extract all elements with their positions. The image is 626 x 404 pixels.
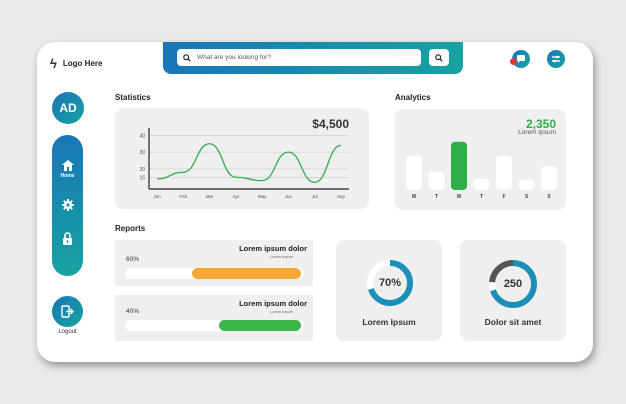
report-percent: 40%	[126, 308, 140, 315]
analytics-bar-chart: MTWTFSS	[406, 141, 557, 200]
search-button[interactable]	[429, 49, 449, 66]
report-subtitle: Lorem ipsum	[269, 254, 293, 259]
logout-icon	[61, 305, 74, 318]
logo[interactable]: ϟ Logo Here	[50, 56, 102, 71]
report-progress-fill	[219, 320, 301, 331]
home-icon	[61, 160, 74, 171]
avatar[interactable]: AD	[52, 92, 84, 124]
report-progress-track	[125, 320, 304, 331]
x-tick-label: Jan	[153, 194, 161, 199]
search-icon	[435, 53, 443, 62]
bar	[496, 155, 512, 190]
gear-icon	[61, 199, 74, 211]
x-tick-label: W	[457, 194, 462, 200]
search-placeholder: What are you looking for?	[197, 54, 272, 61]
report-progress-fill	[192, 268, 301, 279]
filter-button[interactable]	[547, 50, 565, 68]
analytics-panel: 2,350 Lorem Ipsum MTWTFSS	[395, 109, 566, 210]
y-tick-label: 40	[139, 133, 145, 139]
statistics-panel: $4,500 15 20 30 40 Jan Feb Mar Apr May Jun Jul Sep	[115, 108, 369, 209]
analytics-title: Analytics	[395, 93, 431, 102]
x-tick-label: Feb	[179, 194, 187, 199]
notification-dot	[510, 58, 517, 65]
bar	[451, 141, 467, 190]
x-tick-label: Jun	[285, 194, 293, 199]
logout-button[interactable]	[52, 296, 83, 327]
ring-label: Dolor sit amet	[484, 317, 542, 327]
statistics-title: Statistics	[115, 93, 151, 102]
x-tick-label: Sep	[337, 194, 346, 199]
x-tick-label: S	[525, 194, 529, 200]
statistics-line-chart: 15 20 30 40 Jan Feb Mar Apr May Jun Jul Sep	[139, 128, 349, 199]
sidebar-nav: Home	[52, 135, 83, 276]
ring-label: Lorem Ipsum	[362, 317, 416, 327]
chat-icon	[517, 55, 525, 63]
sidebar-item-security[interactable]	[52, 232, 83, 245]
ring-value: 250	[503, 278, 523, 290]
report-card-1[interactable]: Lorem ipsum dolor Lorem ipsum 60%	[115, 240, 313, 286]
search-bar: What are you looking for?	[163, 42, 463, 74]
x-tick-label: Apr	[232, 194, 240, 199]
bar	[541, 166, 557, 190]
reports-title: Reports	[115, 224, 146, 233]
bar	[518, 179, 535, 190]
bar	[428, 172, 445, 190]
logo-mark: ϟ	[50, 56, 57, 71]
sidebar-item-label: Home	[60, 173, 75, 179]
x-tick-label: May	[258, 194, 267, 199]
y-tick-label: 20	[139, 167, 145, 173]
ring-card-2[interactable]: 250 Dolor sit amet	[460, 240, 566, 341]
sidebar-item-settings[interactable]	[52, 199, 83, 211]
series-line	[156, 143, 342, 183]
x-tick-label: S	[547, 194, 551, 200]
x-tick-label: M	[412, 194, 416, 200]
report-progress-track	[125, 268, 304, 279]
settings-sliders-icon	[552, 55, 560, 63]
x-tick-label: T	[480, 194, 483, 200]
sidebar-item-home[interactable]: Home	[52, 160, 83, 179]
y-tick-label: 15	[139, 175, 145, 181]
x-tick-label: F	[502, 194, 505, 200]
x-tick-label: Jul	[312, 194, 318, 199]
report-subtitle: Lorem ipsum	[269, 309, 293, 314]
search-input[interactable]: What are you looking for?	[177, 49, 421, 66]
bar	[473, 178, 490, 190]
report-card-2[interactable]: Lorem ipsum dolor Lorem ipsum 40%	[115, 295, 313, 341]
report-percent: 60%	[126, 256, 140, 263]
report-title: Lorem ipsum dolor	[239, 244, 307, 253]
bar	[406, 155, 422, 190]
ring-value: 70%	[378, 277, 402, 289]
x-tick-label: T	[435, 194, 438, 200]
logo-text: Logo Here	[62, 59, 103, 68]
logout-label: Logout	[58, 329, 77, 335]
y-tick-label: 30	[139, 150, 145, 156]
chat-button[interactable]	[510, 50, 530, 68]
lock-icon	[63, 232, 72, 245]
search-icon	[183, 53, 191, 62]
report-title: Lorem ipsum dolor	[239, 299, 307, 308]
x-tick-label: Mar	[206, 194, 214, 199]
ring-card-1[interactable]: 70% Lorem Ipsum	[336, 240, 442, 341]
